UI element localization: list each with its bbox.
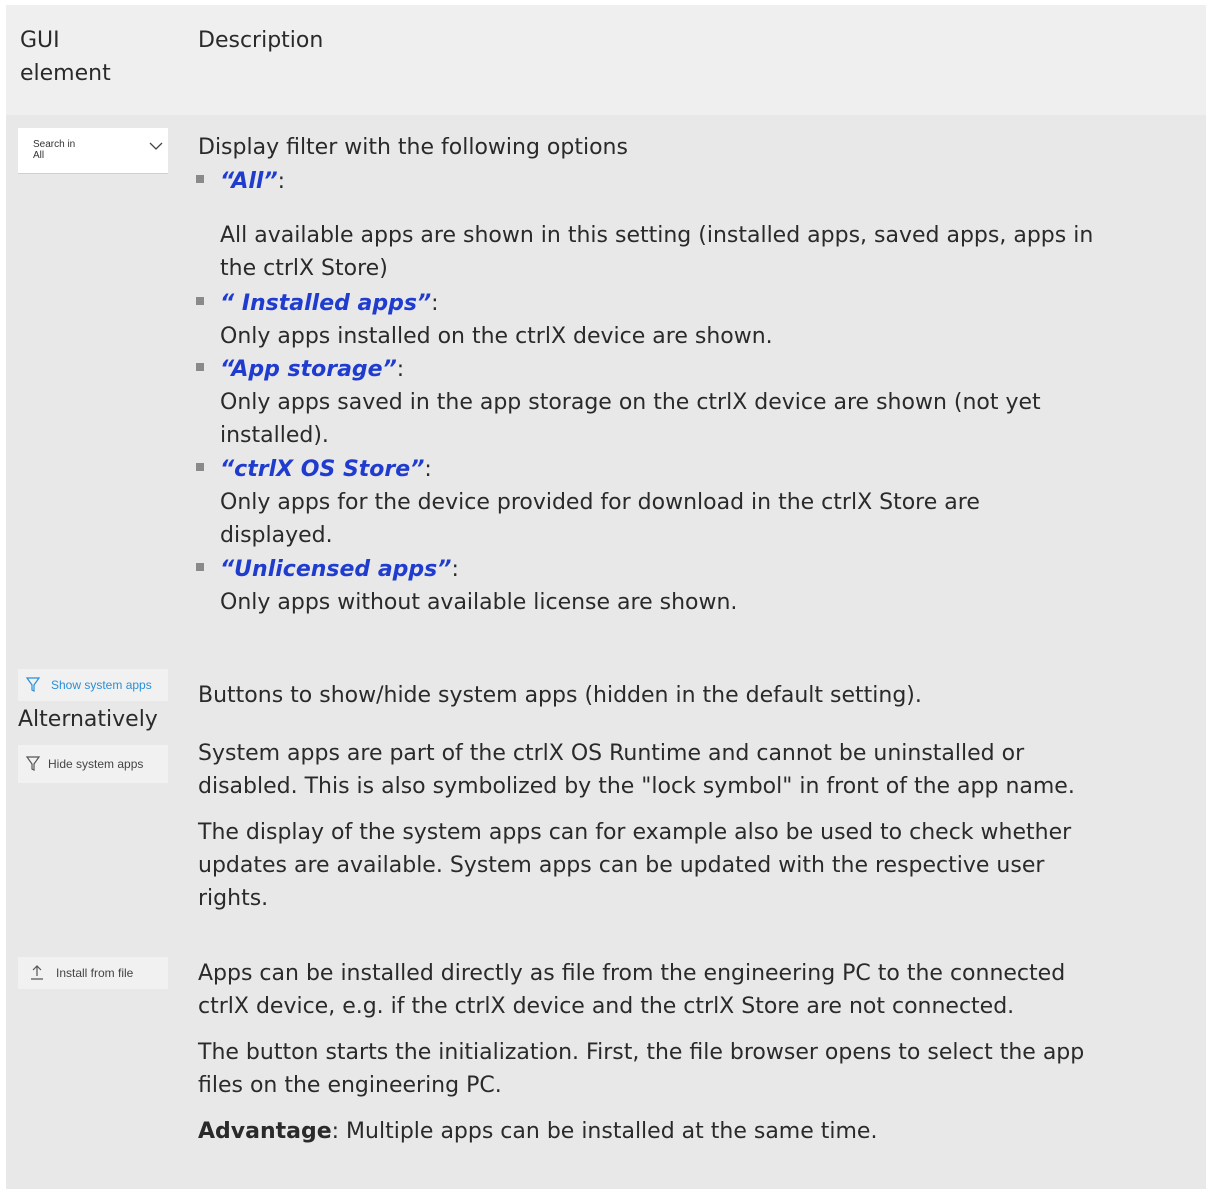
install-paragraph-1-line-2: ctrlX device, e.g. if the ctrlX device a…: [198, 994, 1015, 1019]
option-name: “All”: [220, 169, 278, 194]
option-description: Only apps without available license are …: [220, 590, 738, 615]
filter-icon: [26, 677, 40, 692]
install-paragraph-1-line-1: Apps can be installed directly as file f…: [198, 961, 1066, 986]
option-description: Only apps installed on the ctrlX device …: [220, 324, 773, 349]
option-name: “ctrlX OS Store”: [220, 457, 425, 482]
gui-elements-table: GUI element Description Search in All Di…: [6, 5, 1206, 1189]
option-description: Only apps saved in the app storage on th…: [220, 390, 1041, 415]
bullet: [196, 363, 204, 371]
advantage-label: Advantage: [198, 1119, 332, 1144]
install-paragraph-2-line-1: The button starts the initialization. Fi…: [198, 1040, 1085, 1065]
system-apps-paragraph-1: Buttons to show/hide system apps (hidden…: [198, 683, 922, 708]
install-paragraph-3: Advantage: Multiple apps can be installe…: [198, 1115, 877, 1148]
system-apps-paragraph-3-line-2: updates are available. System apps can b…: [198, 853, 1045, 878]
option-description: Only apps for the device provided for do…: [220, 490, 980, 515]
system-apps-paragraph-3-line-1: The display of the system apps can for e…: [198, 820, 1072, 845]
option-description: installed).: [220, 423, 329, 448]
system-apps-paragraph-3-line-3: rights.: [198, 886, 269, 911]
install-from-file-button[interactable]: Install from file: [18, 957, 168, 989]
option-name: “App storage”: [220, 357, 397, 382]
filter-icon: [26, 756, 40, 771]
option-unlicensed-apps: “Unlicensed apps”:: [220, 557, 459, 582]
bullet: [196, 297, 204, 305]
alternatively-label: Alternatively: [18, 707, 158, 732]
upload-icon: [31, 965, 43, 980]
option-installed-apps: “ Installed apps”:: [220, 291, 439, 316]
table-header: GUI element Description: [6, 5, 1206, 115]
option-name: “Unlicensed apps”: [220, 557, 452, 582]
install-paragraph-2-line-2: files on the engineering PC.: [198, 1073, 502, 1098]
install-from-file-label: Install from file: [56, 966, 134, 980]
option-all: “All”:: [220, 169, 286, 194]
hide-system-apps-button[interactable]: Hide system apps: [18, 745, 168, 783]
show-system-apps-label: Show system apps: [51, 678, 152, 692]
bullet: [196, 563, 204, 571]
advantage-text: : Multiple apps can be installed at the …: [331, 1119, 878, 1144]
search-in-label: Search in: [33, 139, 76, 150]
option-description: All available apps are shown in this set…: [220, 223, 1094, 248]
option-description: displayed.: [220, 523, 333, 548]
bullet: [196, 175, 204, 183]
search-in-dropdown[interactable]: Search in All: [18, 128, 168, 174]
chevron-down-icon: [149, 142, 163, 150]
header-description: Description: [198, 28, 324, 53]
show-system-apps-button[interactable]: Show system apps: [18, 669, 168, 701]
system-apps-paragraph-2-line-2: disabled. This is also symbolized by the…: [198, 774, 1075, 799]
hide-system-apps-label: Hide system apps: [48, 757, 144, 771]
system-apps-paragraph-2-line-1: System apps are part of the ctrlX OS Run…: [198, 741, 1025, 766]
search-in-value: All: [33, 150, 45, 161]
option-description: the ctrlX Store): [220, 256, 388, 281]
option-app-storage: “App storage”:: [220, 357, 405, 382]
option-name: “ Installed apps”: [220, 291, 432, 316]
bullet: [196, 463, 204, 471]
option-ctrlx-os-store: “ctrlX OS Store”:: [220, 457, 432, 482]
filter-intro: Display filter with the following option…: [198, 135, 628, 160]
header-gui-element: GUI element: [20, 28, 111, 86]
